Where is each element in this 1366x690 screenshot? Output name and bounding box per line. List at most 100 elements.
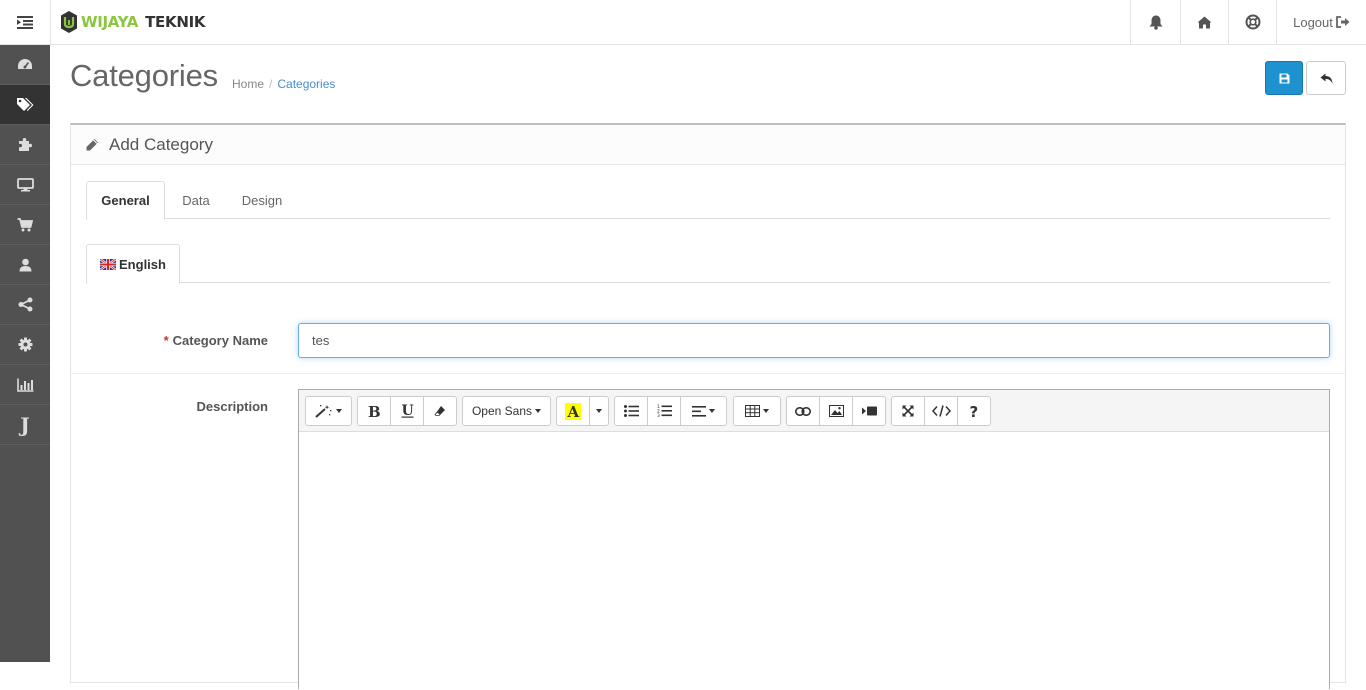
- svg-text:B: B: [368, 405, 380, 418]
- svg-text:U: U: [401, 404, 413, 418]
- svg-text:A: A: [567, 403, 580, 420]
- help-editor-button[interactable]: ?: [957, 396, 991, 426]
- font-family-dropdown[interactable]: Open Sans: [462, 396, 551, 426]
- ordered-list-button[interactable]: 1 2 3: [647, 396, 681, 426]
- sidebar-item-catalog[interactable]: [0, 85, 50, 125]
- description-editor: B U Open Sans A 1 2 3 ?: [298, 389, 1330, 690]
- back-button[interactable]: [1306, 61, 1346, 95]
- sign-out-icon: [1335, 16, 1350, 28]
- category-name-input[interactable]: [298, 323, 1330, 358]
- tab-general[interactable]: General: [86, 181, 165, 220]
- brand-logo-icon: [61, 11, 77, 33]
- table-icon: [745, 405, 760, 417]
- brand-name-part1: WIJAYA: [81, 12, 139, 31]
- pencil-icon: [86, 138, 98, 150]
- reply-icon: [1320, 73, 1332, 83]
- align-left-icon: [692, 405, 706, 417]
- menu-toggle-button[interactable]: [0, 0, 51, 44]
- sidebar-item-system[interactable]: [0, 325, 50, 365]
- highlight-a-icon: A: [565, 402, 581, 420]
- page-title: Categories: [70, 58, 218, 93]
- panel-title: Add Category: [109, 134, 213, 154]
- top-header: WIJAYA TEKNIK Logout: [0, 0, 1366, 45]
- sidebar-item-j[interactable]: J: [0, 405, 50, 445]
- save-icon: [1279, 73, 1289, 83]
- insert-image-button[interactable]: [819, 396, 853, 426]
- dashboard-icon: [18, 59, 32, 69]
- help-button[interactable]: [1228, 0, 1276, 44]
- style-dropdown-button[interactable]: [305, 396, 352, 426]
- chevron-down-icon: [596, 409, 602, 413]
- svg-text:3: 3: [657, 413, 660, 418]
- breadcrumb: Home / Categories: [232, 77, 336, 91]
- language-english-label: English: [119, 256, 166, 272]
- picture-icon: [828, 405, 844, 417]
- sidebar-item-marketing[interactable]: [0, 285, 50, 325]
- category-name-label: * Category Name: [71, 333, 268, 348]
- list-ol-icon: 1 2 3: [657, 404, 672, 418]
- sidebar-item-design[interactable]: [0, 165, 50, 205]
- insert-link-button[interactable]: [786, 396, 820, 426]
- code-view-button[interactable]: [924, 396, 958, 426]
- category-name-label-text: Category Name: [172, 333, 268, 348]
- expand-icon: [902, 405, 914, 417]
- required-mark: *: [163, 333, 169, 348]
- sidebar-item-sales[interactable]: [0, 205, 50, 245]
- fullscreen-button[interactable]: [891, 396, 925, 426]
- language-tabs: English: [86, 244, 1330, 284]
- editor-content-area[interactable]: [299, 432, 1329, 690]
- bell-icon: [1149, 15, 1162, 30]
- underline-button[interactable]: U: [390, 396, 424, 426]
- unordered-list-button[interactable]: [614, 396, 648, 426]
- bar-chart-icon: [16, 378, 33, 392]
- life-ring-icon: [1245, 14, 1260, 30]
- text-color-dropdown[interactable]: [589, 396, 609, 426]
- uk-flag-icon: [100, 258, 117, 270]
- clear-format-button[interactable]: [423, 396, 457, 426]
- share-alt-icon: [18, 297, 32, 312]
- store-home-button[interactable]: [1180, 0, 1228, 44]
- cog-icon: [18, 337, 32, 352]
- sidebar-item-customers[interactable]: [0, 245, 50, 285]
- text-color-button[interactable]: A: [556, 396, 590, 426]
- code-icon: [931, 405, 951, 417]
- user-icon: [19, 258, 31, 271]
- tab-data[interactable]: Data: [176, 181, 216, 219]
- tags-icon: [17, 98, 34, 111]
- menu-toggle-icon: [17, 15, 33, 29]
- video-icon: [861, 406, 877, 416]
- tab-language-english[interactable]: English: [86, 244, 180, 284]
- brand-logo[interactable]: WIJAYA TEKNIK: [60, 9, 205, 35]
- breadcrumb-categories[interactable]: Categories: [277, 77, 335, 91]
- question-icon: ?: [970, 404, 979, 419]
- bold-icon: B: [368, 405, 380, 418]
- puzzle-piece-icon: [18, 138, 32, 151]
- left-sidebar: J: [0, 45, 50, 662]
- editor-toolbar: B U Open Sans A 1 2 3 ?: [299, 390, 1329, 432]
- insert-video-button[interactable]: [852, 396, 886, 426]
- eraser-icon: [434, 406, 445, 416]
- logout-button[interactable]: Logout: [1276, 0, 1366, 44]
- link-icon: [795, 406, 811, 416]
- font-family-label: Open Sans: [471, 404, 533, 418]
- underline-icon: U: [401, 404, 413, 418]
- svg-text:?: ?: [970, 404, 979, 419]
- magic-wand-icon: [315, 405, 332, 418]
- j-letter-icon: J: [20, 412, 30, 437]
- bold-button[interactable]: B: [357, 396, 391, 426]
- tab-design[interactable]: Design: [237, 181, 287, 219]
- logout-label: Logout: [1293, 14, 1333, 30]
- notifications-button[interactable]: [1130, 0, 1180, 44]
- category-tabs: General Data Design: [86, 181, 1330, 220]
- sidebar-item-reports[interactable]: [0, 365, 50, 405]
- save-button[interactable]: [1265, 61, 1303, 95]
- list-ul-icon: [623, 405, 639, 417]
- sidebar-item-extensions[interactable]: [0, 125, 50, 165]
- table-dropdown[interactable]: [733, 396, 781, 426]
- sidebar-item-dashboard[interactable]: [0, 45, 50, 85]
- paragraph-align-dropdown[interactable]: [680, 396, 727, 426]
- breadcrumb-home[interactable]: Home: [232, 77, 264, 91]
- description-label: Description: [196, 399, 268, 414]
- brand-name-part2: TEKNIK: [145, 12, 206, 31]
- add-category-panel: Add Category General Data Design English…: [70, 123, 1346, 690]
